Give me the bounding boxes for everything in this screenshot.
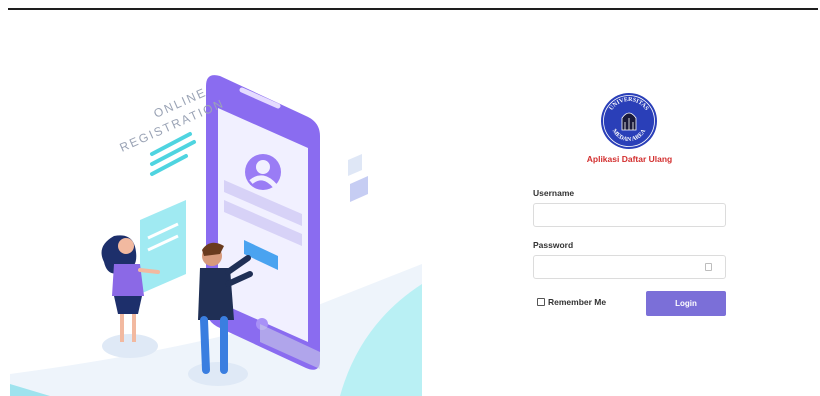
login-button[interactable]: Login [646, 291, 726, 316]
online-registration-illustration: ONLINE REGISTRATION [10, 24, 422, 396]
password-input[interactable] [533, 255, 726, 279]
username-input[interactable] [533, 203, 726, 227]
checkbox-icon[interactable] [537, 298, 545, 306]
password-label: Password [533, 240, 574, 250]
eye-icon[interactable] [705, 263, 712, 271]
illustration-svg: ONLINE REGISTRATION [10, 75, 422, 396]
remember-me-checkbox[interactable]: Remember Me [537, 297, 606, 307]
app-title: Aplikasi Daftar Ulang [586, 154, 673, 164]
login-panel: UNIVERSITAS MEDAN AREA Aplikasi Daftar U… [533, 92, 726, 332]
top-divider [8, 8, 818, 10]
remember-me-label: Remember Me [548, 297, 607, 307]
university-logo: UNIVERSITAS MEDAN AREA [601, 93, 657, 149]
username-label: Username [533, 188, 575, 198]
floating-form-card [140, 200, 186, 294]
